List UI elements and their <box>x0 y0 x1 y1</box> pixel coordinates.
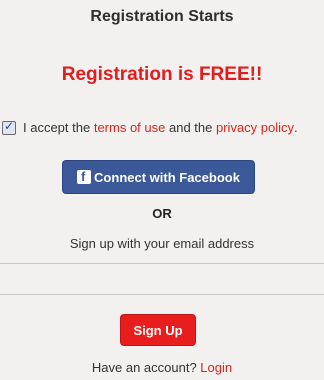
terms-checkbox[interactable]: ✓ <box>2 118 16 135</box>
privacy-policy-link[interactable]: privacy policy <box>216 120 294 135</box>
terms-acceptance-row: ✓ I accept the terms of use and the priv… <box>2 118 324 135</box>
free-registration-banner: Registration is FREE!! <box>61 64 263 85</box>
login-prompt: Have an account? <box>91 360 201 375</box>
or-divider: OR <box>152 206 172 221</box>
login-link[interactable]: Login <box>200 360 232 375</box>
email-signup-prompt: Sign up with your email address <box>69 236 255 251</box>
facebook-icon <box>77 169 92 184</box>
terms-middle: and the <box>169 120 213 135</box>
terms-suffix: . <box>294 120 298 135</box>
connect-facebook-label: Connect with Facebook <box>94 169 240 185</box>
page-title: Registration Starts <box>90 8 234 25</box>
login-prompt-row: Have an account? Login <box>0 360 324 375</box>
sign-up-button[interactable]: Sign Up <box>120 314 196 346</box>
checkmark-icon: ✓ <box>4 118 15 133</box>
terms-of-use-link[interactable]: terms of use <box>94 120 166 135</box>
email-field[interactable] <box>0 263 324 295</box>
terms-prefix: I accept the <box>23 120 91 135</box>
connect-facebook-button[interactable]: Connect with Facebook <box>62 160 255 194</box>
